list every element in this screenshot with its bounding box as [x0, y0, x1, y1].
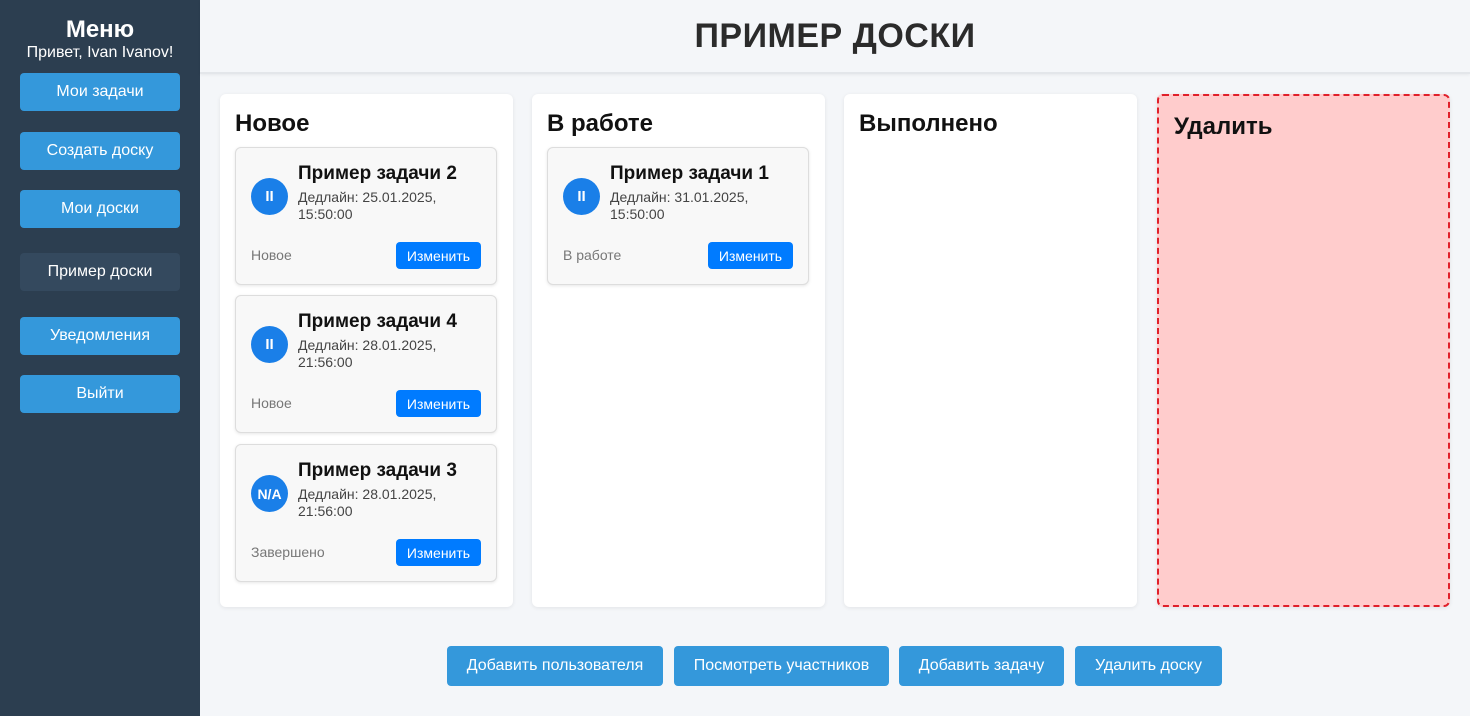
delete-drop-zone[interactable]: Удалить: [1157, 94, 1450, 607]
sidebar-item-logout[interactable]: Выйти: [20, 375, 180, 413]
task-card[interactable]: II Пример задачи 1 Дедлайн: 31.01.2025, …: [547, 147, 809, 285]
edit-task-button[interactable]: Изменить: [396, 390, 481, 417]
page-header: ПРИМЕР ДОСКИ: [200, 0, 1470, 74]
column-title: Новое: [235, 110, 310, 137]
page-title: ПРИМЕР ДОСКИ: [694, 16, 976, 55]
pause-icon: II: [563, 178, 600, 215]
add-user-button[interactable]: Добавить пользователя: [447, 646, 663, 686]
task-deadline: Дедлайн: 25.01.2025, 15:50:00: [298, 189, 437, 222]
task-title: Пример задачи 3: [298, 460, 457, 481]
column-new[interactable]: Новое II Пример задачи 2 Дедлайн: 25.01.…: [220, 94, 513, 607]
task-deadline: Дедлайн: 31.01.2025, 15:50:00: [610, 189, 749, 222]
user-greeting: Привет, Ivan Ivanov!: [26, 44, 174, 61]
task-deadline: Дедлайн: 28.01.2025, 21:56:00: [298, 486, 437, 519]
column-title: Удалить: [1174, 113, 1273, 140]
column-title: В работе: [547, 110, 653, 137]
task-card[interactable]: N/A Пример задачи 3 Дедлайн: 28.01.2025,…: [235, 444, 497, 582]
sidebar-item-my-boards[interactable]: Мои доски: [20, 190, 180, 228]
sidebar-item-notifications[interactable]: Уведомления: [20, 317, 180, 355]
edit-task-button[interactable]: Изменить: [708, 242, 793, 269]
sidebar-item-create-board[interactable]: Создать доску: [20, 132, 180, 170]
pause-icon: II: [251, 326, 288, 363]
sidebar-item-example-board[interactable]: Пример доски: [20, 253, 180, 291]
edit-task-button[interactable]: Изменить: [396, 242, 481, 269]
task-card[interactable]: II Пример задачи 2 Дедлайн: 25.01.2025, …: [235, 147, 497, 285]
pause-icon: II: [251, 178, 288, 215]
task-card[interactable]: II Пример задачи 4 Дедлайн: 28.01.2025, …: [235, 295, 497, 433]
column-done[interactable]: Выполнено: [844, 94, 1137, 607]
task-status: В работе: [563, 247, 622, 263]
sidebar: Меню Привет, Ivan Ivanov! Мои задачи Соз…: [0, 0, 200, 716]
task-title: Пример задачи 2: [298, 163, 457, 184]
edit-task-button[interactable]: Изменить: [396, 539, 481, 566]
task-status: Новое: [251, 395, 292, 411]
view-members-button[interactable]: Посмотреть участников: [674, 646, 889, 686]
column-title: Выполнено: [859, 110, 998, 137]
add-task-button[interactable]: Добавить задачу: [899, 646, 1064, 686]
task-status: Новое: [251, 247, 292, 263]
sidebar-item-my-tasks[interactable]: Мои задачи: [20, 73, 180, 111]
column-in-progress[interactable]: В работе II Пример задачи 1 Дедлайн: 31.…: [532, 94, 825, 607]
task-title: Пример задачи 4: [298, 311, 457, 332]
task-deadline: Дедлайн: 28.01.2025, 21:56:00: [298, 337, 437, 370]
task-title: Пример задачи 1: [610, 163, 769, 184]
delete-board-button[interactable]: Удалить доску: [1075, 646, 1222, 686]
sidebar-title: Меню: [65, 16, 135, 43]
task-status: Завершено: [251, 544, 325, 560]
priority-na-badge: N/A: [251, 475, 288, 512]
